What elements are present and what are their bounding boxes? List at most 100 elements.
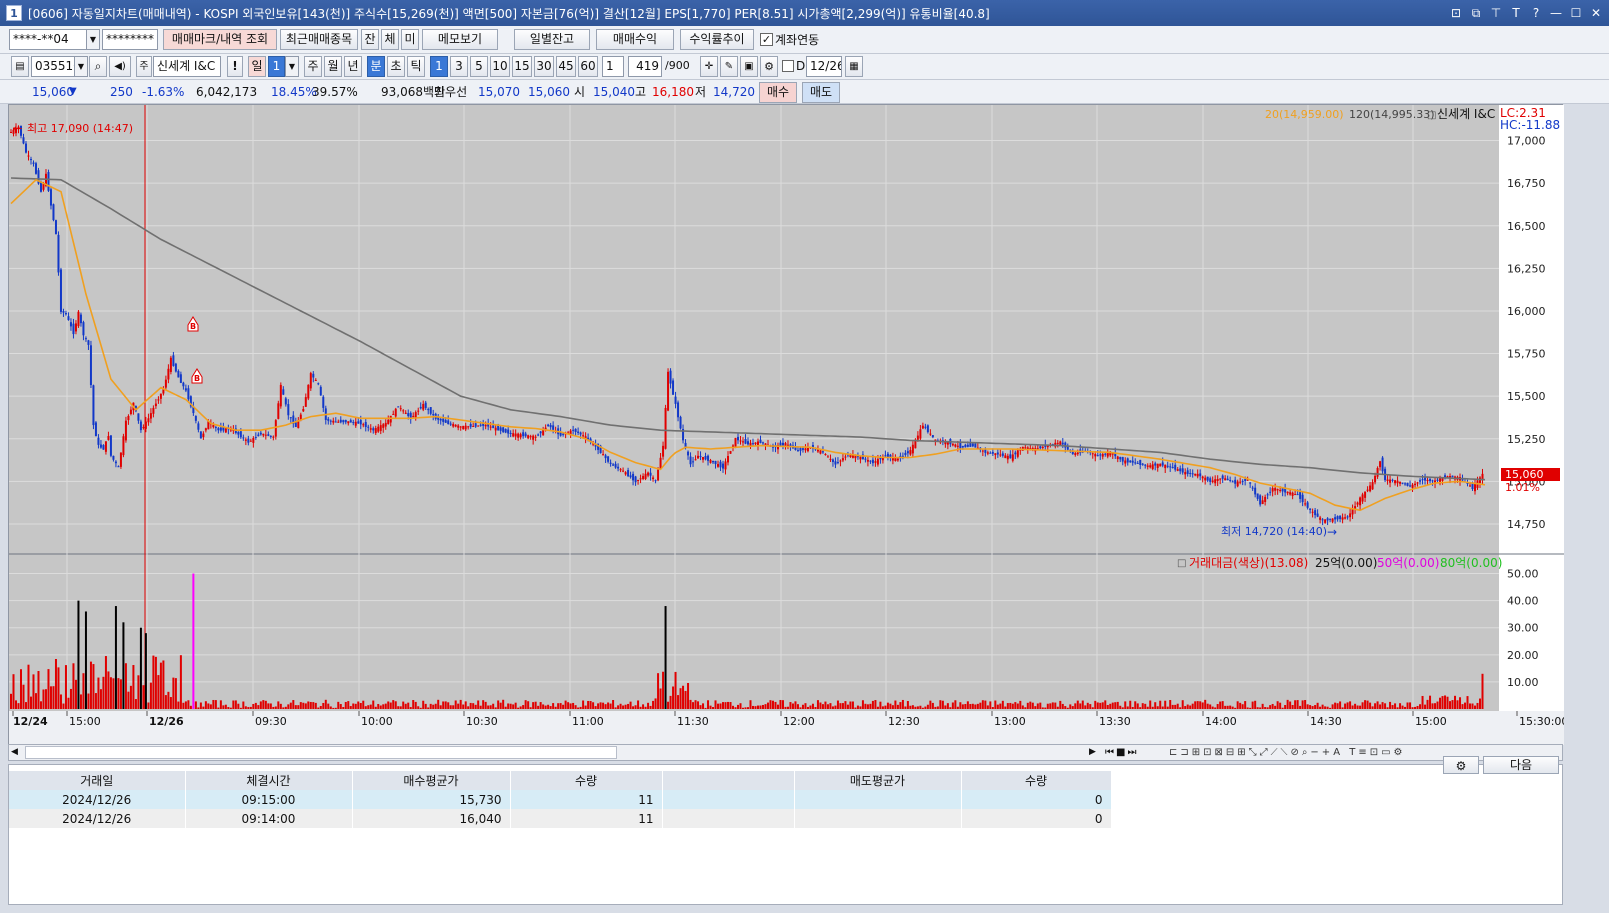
volume-bar	[722, 702, 725, 709]
scroll-thumb[interactable]	[25, 746, 617, 759]
chart-area[interactable]: 17,000 16,750 16,500 16,250 16,000 15,750 15,5…	[8, 104, 1564, 745]
d-checkbox[interactable]	[782, 60, 794, 72]
volume-bar	[102, 676, 105, 709]
code-dropdown-icon[interactable]: ▼	[74, 56, 88, 77]
scroll-left-icon[interactable]: ◀	[11, 746, 23, 759]
layout-icon[interactable]: ▤	[11, 56, 29, 77]
bar-count-input[interactable]: 419	[628, 56, 662, 77]
candle-body	[1059, 441, 1062, 446]
volume-bar	[647, 702, 650, 709]
candle-body	[202, 433, 205, 438]
candle-body	[1394, 480, 1397, 484]
volume-bar	[39, 701, 42, 709]
volume-bar	[537, 705, 540, 709]
candle-body	[727, 455, 730, 463]
save-icon[interactable]: ▣	[740, 56, 758, 77]
drawing-tools-strip[interactable]: ⊏⊐⊞⊡⊠⊟⊞⤡⤢⟋⟍⊘⌕−+A T≡⊡▭⚙	[1169, 745, 1406, 760]
period-dropdown-icon[interactable]: ▼	[285, 56, 299, 77]
volume-bar	[699, 705, 702, 709]
week-button[interactable]: 주	[304, 56, 322, 77]
memo-button[interactable]: 메모보기	[422, 29, 498, 50]
search-icon[interactable]: ⌕	[89, 56, 107, 77]
volume-bar	[557, 703, 560, 709]
gear-icon[interactable]: ⚙	[760, 56, 778, 77]
maximize-button[interactable]: ☐	[1569, 6, 1583, 20]
minimize-button[interactable]: —	[1549, 6, 1563, 20]
font-icon[interactable]: T	[1509, 6, 1523, 20]
candle-body	[919, 429, 922, 439]
crosshair-icon[interactable]: ✛	[700, 56, 718, 77]
interval-1-button[interactable]: 1	[430, 56, 448, 77]
link-icon[interactable]: ⊡	[1449, 6, 1463, 20]
interval-3-button[interactable]: 3	[450, 56, 468, 77]
scroll-right-icon[interactable]: ▶	[1089, 746, 1101, 759]
volume-bar	[412, 700, 415, 709]
interval-60-button[interactable]: 60	[578, 56, 598, 77]
table-row[interactable]: 2024/12/26 09:14:00 16,040 11 0	[9, 809, 1112, 828]
interval-5-button[interactable]: 5	[470, 56, 488, 77]
app-icon[interactable]: 1	[6, 5, 22, 21]
price-volume-chart[interactable]: 17,000 16,750 16,500 16,250 16,000 15,750 15,5…	[9, 105, 1564, 745]
volume-bar	[1344, 703, 1347, 709]
return-trend-button[interactable]: 수익률추이	[680, 29, 754, 50]
account-link-checkbox[interactable]: ✓	[760, 33, 773, 46]
stock-code-input[interactable]: 035510	[31, 56, 75, 77]
alert-button[interactable]: !	[227, 56, 243, 77]
period-day-button[interactable]: 일	[248, 56, 266, 77]
password-field[interactable]: ********	[102, 29, 158, 50]
candle-body	[1426, 479, 1429, 482]
volume-bar	[879, 701, 882, 709]
settings-gear-icon[interactable]: ⚙	[1443, 756, 1479, 774]
tools-icon[interactable]: ✎	[720, 56, 738, 77]
help-icon[interactable]: ?	[1529, 6, 1543, 20]
tick-button[interactable]: 틱	[407, 56, 425, 77]
period-value-button[interactable]: 1	[268, 56, 285, 77]
candle-body	[1076, 452, 1079, 455]
balance-button[interactable]: 잔	[361, 29, 379, 50]
volume-bar	[981, 700, 984, 709]
volume-bar	[1406, 702, 1409, 709]
sell-button[interactable]: 매도	[802, 82, 840, 103]
account-dropdown-icon[interactable]: ▼	[86, 29, 100, 50]
date-input[interactable]: 12/26	[806, 56, 842, 77]
volume-bar	[1179, 707, 1182, 709]
executed-button[interactable]: 체	[381, 29, 399, 50]
interval-45-button[interactable]: 45	[556, 56, 576, 77]
account-select[interactable]: ****-**04	[9, 29, 87, 50]
copy-icon[interactable]: ⧉	[1469, 6, 1483, 21]
volume-bar	[991, 707, 994, 709]
table-row[interactable]: 2024/12/26 09:15:00 15,730 11 0	[9, 790, 1112, 809]
chart-scrollbar[interactable]: ◀ ▶ ⏮■⏭ ⊏⊐⊞⊡⊠⊟⊞⤡⤢⟋⟍⊘⌕−+A T≡⊡▭⚙	[8, 744, 1563, 761]
minute-button[interactable]: 분	[367, 56, 385, 77]
volume-50-legend: 50억(0.00)	[1377, 556, 1439, 570]
daily-balance-button[interactable]: 일별잔고	[514, 29, 590, 50]
calendar-icon[interactable]: ▦	[845, 56, 863, 77]
year-button[interactable]: 년	[344, 56, 362, 77]
interval-30-button[interactable]: 30	[534, 56, 554, 77]
volume-bar	[417, 706, 420, 709]
interval-15-button[interactable]: 15	[512, 56, 532, 77]
volume-bar	[1334, 702, 1337, 709]
second-button[interactable]: 초	[387, 56, 405, 77]
candle-body	[1226, 478, 1229, 481]
close-button[interactable]: ✕	[1589, 6, 1603, 20]
candle-body	[1164, 464, 1167, 469]
month-button[interactable]: 월	[324, 56, 342, 77]
playback-controls[interactable]: ⏮■⏭	[1105, 745, 1138, 760]
interval-input[interactable]: 1	[602, 56, 624, 77]
unexecuted-button[interactable]: 미	[401, 29, 419, 50]
volume-bar	[464, 701, 467, 709]
pin-icon[interactable]: ⊤	[1489, 6, 1503, 20]
trade-marks-button[interactable]: 매매마크/내역 조회	[163, 29, 277, 50]
interval-10-button[interactable]: 10	[490, 56, 510, 77]
next-button[interactable]: 다음	[1483, 756, 1559, 774]
company-name-field[interactable]: 신세계 I&C	[153, 56, 221, 77]
candle-body	[816, 449, 819, 452]
volume-bar	[397, 706, 400, 709]
trade-profit-button[interactable]: 매매수익	[596, 29, 674, 50]
price-tick-label: 16,250	[1507, 262, 1546, 275]
speaker-icon[interactable]: ◀)	[109, 56, 131, 77]
buy-button[interactable]: 매수	[759, 82, 797, 103]
recent-trades-button[interactable]: 최근매매종목	[280, 29, 358, 50]
candle-body	[1314, 510, 1317, 516]
